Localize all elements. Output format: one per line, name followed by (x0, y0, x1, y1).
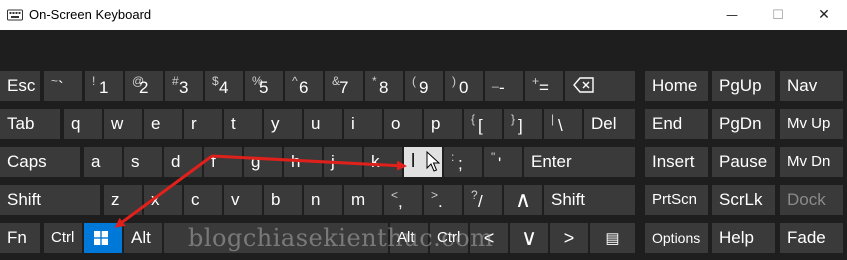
key-arrow-right[interactable]: > (550, 223, 588, 253)
key-q[interactable]: q (64, 109, 102, 139)
key-f[interactable]: f (204, 147, 242, 177)
key-o[interactable]: o (384, 109, 422, 139)
key-fn[interactable]: Fn (0, 223, 40, 253)
key-mv-up[interactable]: Mv Up (780, 109, 843, 139)
key-left-alt[interactable]: Alt (124, 223, 162, 253)
key-help[interactable]: Help (712, 223, 775, 253)
key-arrow-down[interactable]: ∨ (510, 223, 548, 253)
key-enter[interactable]: Enter (524, 147, 635, 177)
close-icon: ✕ (818, 7, 830, 23)
key-u[interactable]: u (304, 109, 342, 139)
key-dock[interactable]: Dock (780, 185, 843, 215)
key-9[interactable]: (9 (405, 71, 443, 101)
key-b[interactable]: b (264, 185, 302, 215)
key-pgup[interactable]: PgUp (712, 71, 775, 101)
key-r[interactable]: r (184, 109, 222, 139)
key-equals[interactable]: + = (525, 71, 563, 101)
key-end[interactable]: End (645, 109, 708, 139)
title-bar: On-Screen Keyboard — ☐ ✕ (0, 0, 847, 30)
keyboard-app-icon (7, 9, 23, 21)
key-fade[interactable]: Fade (780, 223, 843, 253)
key-i[interactable]: i (344, 109, 382, 139)
watermark: blogchiasekienthuc.com (188, 224, 494, 252)
key-options[interactable]: Options (645, 223, 708, 253)
arrow-up-icon: ∧ (514, 187, 532, 212)
key-2[interactable]: @2 (125, 71, 163, 101)
key-7[interactable]: & 7 (325, 71, 363, 101)
key-x[interactable]: x (144, 185, 182, 215)
key-right-shift[interactable]: Shift (544, 185, 635, 215)
key-left-ctrl[interactable]: Ctrl (44, 223, 82, 253)
key-3[interactable]: #3 (165, 71, 203, 101)
key-home[interactable]: Home (645, 71, 708, 101)
key-del[interactable]: Del (584, 109, 635, 139)
key-d[interactable]: d (164, 147, 202, 177)
key-open-bracket[interactable]: {[ (464, 109, 502, 139)
arrow-down-icon: ∨ (520, 225, 538, 250)
key-menu[interactable]: ▤ (590, 223, 635, 253)
key-h[interactable]: h (284, 147, 322, 177)
key-scrlk[interactable]: ScrLk (712, 185, 775, 215)
key-k[interactable]: k (364, 147, 402, 177)
key-nav[interactable]: Nav (780, 71, 843, 101)
maximize-button[interactable]: ☐ (755, 0, 801, 30)
key-windows[interactable] (84, 223, 122, 253)
key-a[interactable]: a (84, 147, 122, 177)
key-minus[interactable]: _ - (485, 71, 523, 101)
window-title: On-Screen Keyboard (29, 7, 152, 22)
key-e[interactable]: e (144, 109, 182, 139)
key-esc[interactable]: Esc (0, 71, 40, 101)
key-w[interactable]: w (104, 109, 142, 139)
key-period[interactable]: >. (424, 185, 462, 215)
key-backspace[interactable] (565, 71, 635, 101)
key-mv-dn[interactable]: Mv Dn (780, 147, 843, 177)
key-0[interactable]: ) 0 (445, 71, 483, 101)
key-p[interactable]: p (424, 109, 462, 139)
key-g[interactable]: g (244, 147, 282, 177)
key-quote[interactable]: " ' (484, 147, 522, 177)
key-caps[interactable]: Caps (0, 147, 80, 177)
mouse-cursor-icon (426, 151, 440, 172)
key-arrow-up[interactable]: ∧ (504, 185, 542, 215)
minimize-button[interactable]: — (709, 0, 755, 30)
arrow-right-icon: > (563, 227, 575, 248)
menu-icon: ▤ (605, 230, 620, 247)
key-j[interactable]: j (324, 147, 362, 177)
maximize-icon: ☐ (772, 7, 784, 23)
key-5[interactable]: % 5 (245, 71, 283, 101)
key-left-shift[interactable]: Shift (0, 185, 100, 215)
key-6[interactable]: ^ 6 (285, 71, 323, 101)
key-s[interactable]: s (124, 147, 162, 177)
key-tab[interactable]: Tab (0, 109, 60, 139)
key-insert[interactable]: Insert (645, 147, 708, 177)
key-v[interactable]: v (224, 185, 262, 215)
key-1[interactable]: ! 1 (85, 71, 123, 101)
key-semicolon[interactable]: :; (444, 147, 482, 177)
key-8[interactable]: * 8 (365, 71, 403, 101)
key-slash[interactable]: ? / (464, 185, 502, 215)
key-z[interactable]: z (104, 185, 142, 215)
key-prtscn[interactable]: PrtScn (645, 185, 708, 215)
key-4[interactable]: $4 (205, 71, 243, 101)
key-t[interactable]: t (224, 109, 262, 139)
backspace-icon (573, 77, 594, 93)
key-c[interactable]: c (184, 185, 222, 215)
key-comma[interactable]: <, (384, 185, 422, 215)
windows-logo-icon (94, 231, 108, 245)
minimize-icon: — (726, 8, 738, 22)
key-m[interactable]: m (344, 185, 382, 215)
key-close-bracket[interactable]: }] (504, 109, 542, 139)
key-n[interactable]: n (304, 185, 342, 215)
close-button[interactable]: ✕ (801, 0, 847, 30)
key-pgdn[interactable]: PgDn (712, 109, 775, 139)
key-backtick[interactable]: ~ ` (44, 71, 82, 101)
key-y[interactable]: y (264, 109, 302, 139)
key-l[interactable]: l (404, 147, 442, 177)
key-pause[interactable]: Pause (712, 147, 775, 177)
key-backslash[interactable]: | \ (544, 109, 582, 139)
